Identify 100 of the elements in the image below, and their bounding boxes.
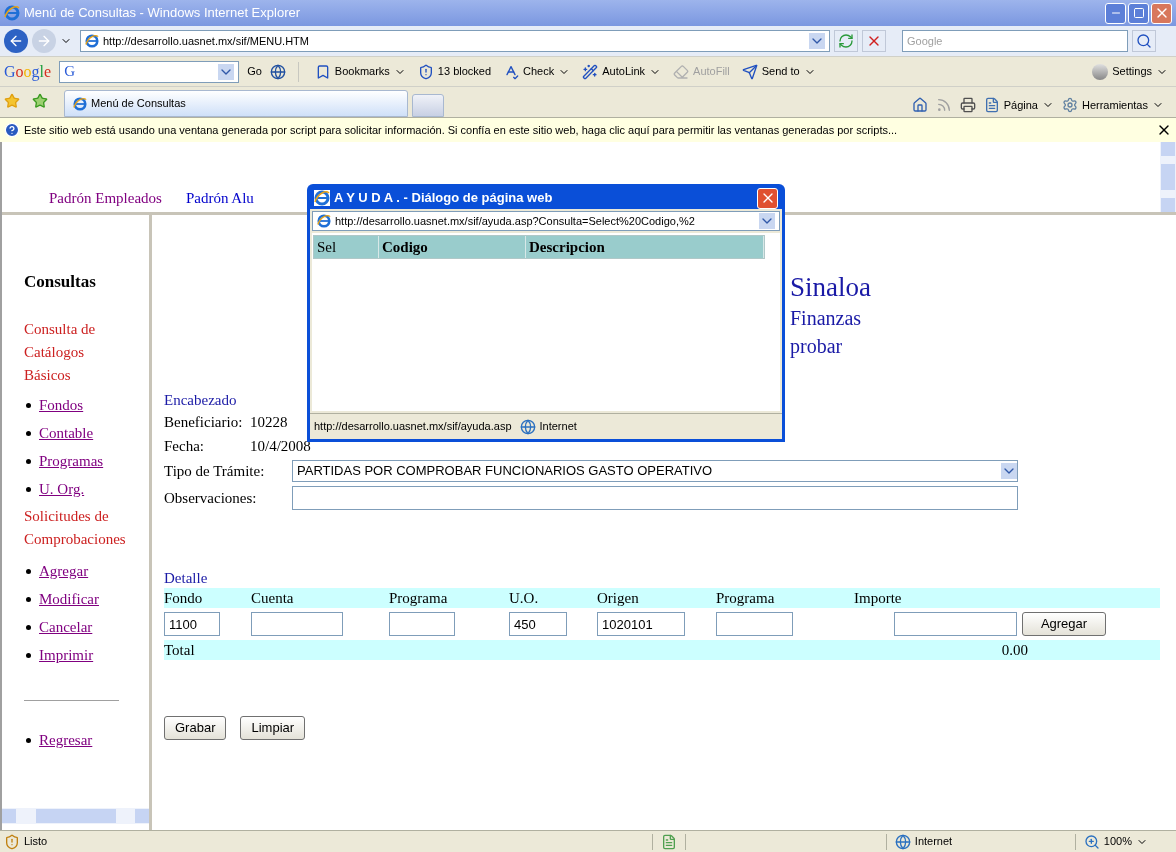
column-header: Programa: [389, 588, 449, 608]
print-icon[interactable]: [959, 96, 976, 113]
column-header: U.O.: [509, 588, 540, 608]
globe-icon[interactable]: [269, 63, 286, 80]
bullet-icon: [26, 624, 31, 630]
favorites-star-icon[interactable]: [4, 93, 20, 109]
column-header: Cuenta: [251, 588, 295, 608]
sidebar-link[interactable]: U. Org.: [39, 477, 85, 501]
toolbar-icon: [582, 63, 599, 80]
detail-field[interactable]: 1020101: [597, 612, 685, 636]
ie-icon: [4, 5, 20, 21]
sidebar-title: Consultas: [24, 271, 97, 294]
top-menu-link[interactable]: Padrón Empleados: [49, 186, 162, 209]
zoom-button[interactable]: 100%: [1083, 833, 1148, 850]
dropdown-icon[interactable]: [809, 33, 825, 49]
detail-field[interactable]: 450: [509, 612, 567, 636]
dialog-address-field[interactable]: http://desarrollo.uasnet.mx/sif/ayuda.asp?Consulta=Select%20Codigo,%2: [312, 211, 780, 231]
browser-tab[interactable]: Menú de Consultas: [64, 90, 408, 117]
close-button[interactable]: [1151, 2, 1172, 24]
toolbar-button[interactable]: 13 blocked: [413, 59, 496, 84]
stop-button[interactable]: [862, 30, 886, 52]
bullet-icon: [26, 596, 31, 602]
globe-icon: [894, 833, 911, 850]
help-icon: [4, 122, 20, 138]
settings-button[interactable]: Settings: [1092, 63, 1172, 80]
field-label: Tipo de Trámite:: [164, 461, 266, 481]
column-header: Sel: [314, 236, 379, 258]
sidebar-link[interactable]: Agregar: [39, 559, 89, 583]
zoom-icon: [1083, 833, 1100, 850]
toolbar-button[interactable]: AutoLink: [578, 59, 666, 84]
horizontal-scrollbar[interactable]: [2, 808, 149, 824]
sidebar-link[interactable]: Regresar: [39, 728, 93, 752]
bullet-icon: [26, 568, 31, 574]
bullet-icon: [26, 430, 31, 436]
status-text: Listo: [24, 834, 48, 850]
form-button[interactable]: Grabar: [164, 716, 227, 740]
column-header: Programa: [716, 588, 776, 608]
search-icon: [1136, 33, 1152, 49]
home-icon[interactable]: [911, 96, 928, 113]
page-heading: Sinaloa: [790, 271, 872, 304]
form-button[interactable]: Limpiar: [240, 716, 306, 740]
dropdown-icon: [1001, 463, 1017, 479]
sidebar-heading: Consulta de Catálogos Básicos: [24, 320, 97, 385]
detail-field[interactable]: [251, 612, 343, 636]
tools-menu-button[interactable]: Herramientas: [1061, 96, 1164, 113]
refresh-button[interactable]: [834, 30, 858, 52]
detail-field[interactable]: [894, 612, 1017, 636]
total-value: 0.00: [1001, 640, 1028, 660]
vertical-scrollbar[interactable]: [1160, 142, 1176, 212]
zone-text: Internet: [539, 419, 577, 435]
search-button[interactable]: [1132, 30, 1156, 52]
tipo-select[interactable]: PARTIDAS POR COMPROBAR FUNCIONARIOS GASTO OPERATIVO: [292, 460, 1018, 482]
warning-icon: [4, 833, 20, 850]
detail-field[interactable]: [716, 612, 793, 636]
page-icon: [317, 214, 331, 228]
search-field[interactable]: Google: [902, 30, 1128, 52]
sidebar-link[interactable]: Imprimir: [39, 643, 94, 667]
dialog-title: A Y U D A . - Diálogo de página web: [334, 189, 553, 208]
top-menu-link[interactable]: Padrón Alu: [185, 186, 254, 209]
close-button[interactable]: [757, 187, 778, 209]
info-bar[interactable]: Este sitio web está usando una ventana generada por script para solicitar información. Si confía en este sitio web, haga clic aquí para permitir las ventanas generadas por scripts...: [0, 117, 1176, 142]
url-text: http://desarrollo.uasnet.mx/sif/ayuda.asp?Consulta=Select%20Codigo,%2: [335, 213, 695, 229]
google-search-logo: G: [64, 62, 75, 82]
sidebar-link[interactable]: Contable: [39, 421, 94, 445]
restore-button[interactable]: [1128, 2, 1149, 24]
info-bar-text: Este sitio web está usando una ventana generada por script para solicitar información. Si confía en este sitio web, haga clic aquí para permitir las ventanas generadas por scripts...: [24, 122, 898, 138]
column-header: Importe: [854, 588, 903, 608]
back-button[interactable]: [4, 29, 28, 53]
field-label: Observaciones:: [164, 488, 258, 508]
toolbar-button[interactable]: Send to: [737, 59, 820, 84]
feed-icon[interactable]: [935, 96, 952, 113]
zone-text: Internet: [914, 834, 954, 850]
add-favorite-icon[interactable]: [32, 93, 48, 109]
sidebar-link[interactable]: Programas: [39, 449, 104, 473]
refresh-icon: [838, 33, 854, 49]
toolbar-button[interactable]: Bookmarks: [310, 59, 410, 84]
bullet-icon: [26, 458, 31, 464]
toolbar-icon: [673, 63, 690, 80]
google-search-field[interactable]: G: [59, 60, 240, 83]
new-tab-button[interactable]: [412, 94, 444, 117]
toolbar-button[interactable]: Go: [243, 59, 266, 84]
detail-field[interactable]: [389, 612, 455, 636]
add-button[interactable]: Agregar: [1022, 612, 1106, 636]
page-menu-button[interactable]: Página: [983, 96, 1054, 113]
dropdown-icon[interactable]: [218, 63, 235, 80]
address-field[interactable]: http://desarrollo.uasnet.mx/sif/MENU.HTM: [80, 30, 830, 52]
bullet-icon: [26, 737, 31, 743]
sidebar-link[interactable]: Cancelar: [39, 615, 93, 639]
field-value: 10228: [250, 412, 288, 432]
column-header: Origen: [597, 588, 640, 608]
toolbar-button[interactable]: Check: [499, 59, 575, 84]
sidebar-link[interactable]: Fondos: [39, 393, 84, 417]
sidebar-link[interactable]: Modificar: [39, 587, 99, 611]
observaciones-field[interactable]: [292, 486, 1018, 510]
total-label: Total: [164, 640, 195, 660]
minimize-button[interactable]: [1105, 2, 1126, 24]
detail-field[interactable]: 1100: [164, 612, 220, 636]
page-icon: [983, 96, 1000, 113]
url-text: http://desarrollo.uasnet.mx/sif/MENU.HTM: [103, 33, 309, 49]
forward-arrow-icon: [36, 33, 52, 49]
